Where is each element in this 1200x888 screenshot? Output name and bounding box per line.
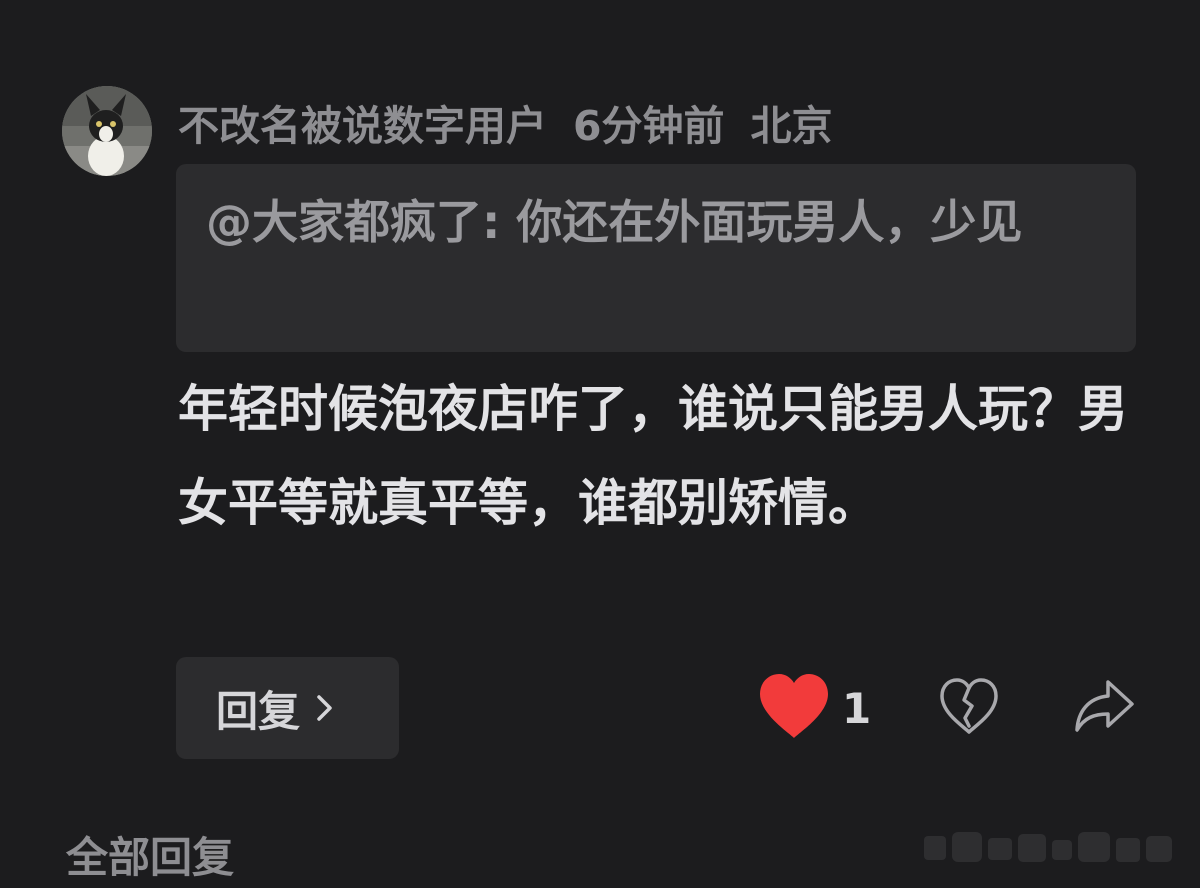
timestamp: 6分钟前 [573, 102, 725, 150]
comment-meta: 不改名被说数字用户 6分钟前 北京 [178, 96, 859, 150]
location: 北京 [750, 102, 833, 150]
heart-icon[interactable] [758, 672, 830, 742]
like-count: 1 [842, 684, 872, 733]
share-arrow-icon[interactable] [1072, 676, 1136, 736]
user-avatar[interactable] [62, 86, 152, 176]
quoted-comment-text: @大家都疯了: 你还在外面玩男人，少见 [206, 195, 1023, 249]
comment-screen: 不改名被说数字用户 6分钟前 北京 @大家都疯了: 你还在外面玩男人，少见 年轻… [0, 0, 1200, 888]
username[interactable]: 不改名被说数字用户 [178, 92, 547, 152]
broken-heart-icon[interactable] [938, 676, 1000, 738]
all-replies-heading: 全部回复 [66, 833, 235, 882]
reply-button[interactable]: 回复 [176, 657, 399, 759]
reply-button-label: 回复 [216, 686, 301, 736]
chevron-right-icon [317, 695, 332, 721]
comment-body: 年轻时候泡夜店咋了，谁说只能男人玩？男女平等就真平等，谁都别矫情。 [178, 380, 1128, 532]
watermark-logo [924, 832, 1172, 862]
cat-avatar-icon [62, 86, 152, 176]
quoted-comment[interactable]: @大家都疯了: 你还在外面玩男人，少见 [176, 164, 1136, 352]
